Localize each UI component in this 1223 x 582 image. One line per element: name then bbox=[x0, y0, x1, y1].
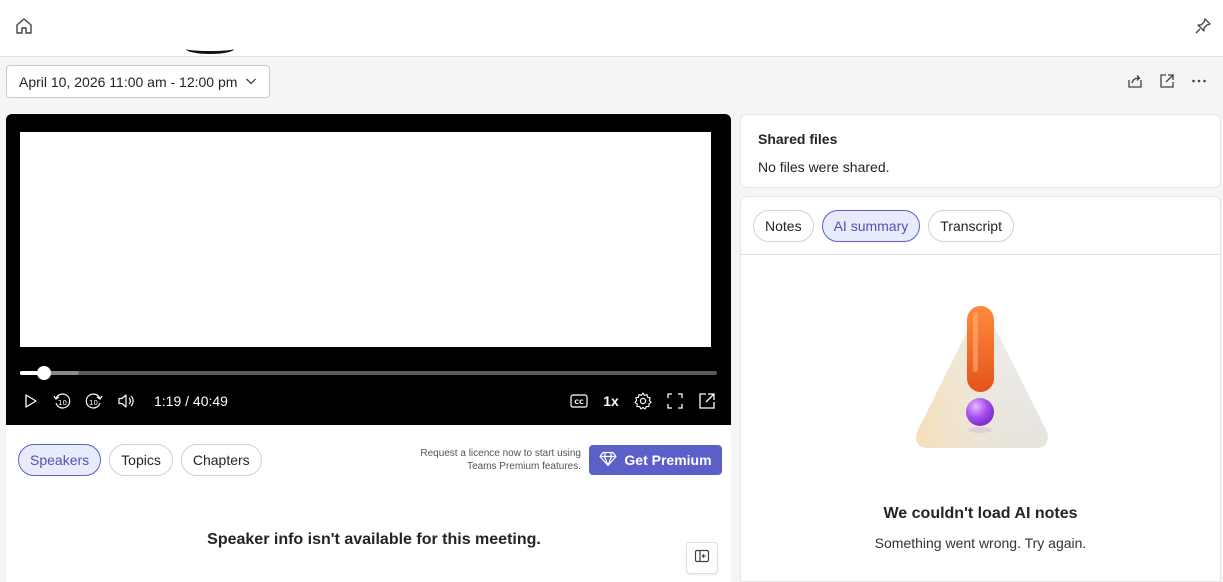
collapse-panel-button[interactable] bbox=[686, 542, 718, 574]
shared-files-title: Shared files bbox=[758, 131, 838, 147]
tab-chapters[interactable]: Chapters bbox=[180, 444, 262, 476]
more-options-icon[interactable] bbox=[1189, 71, 1209, 91]
tab-transcript[interactable]: Transcript bbox=[928, 210, 1014, 242]
insight-tabs: Speakers Topics Chapters bbox=[18, 444, 262, 476]
home-icon[interactable] bbox=[14, 16, 34, 36]
open-in-new-window-icon[interactable] bbox=[1157, 71, 1177, 91]
tab-notes[interactable]: Notes bbox=[753, 210, 814, 242]
chevron-down-icon bbox=[245, 74, 257, 90]
premium-note: Request a licence now to start using Tea… bbox=[396, 447, 581, 473]
video-player: 10 10 1:19 / 40:49 CC 1x bbox=[6, 114, 731, 425]
date-bar: April 10, 2026 11:00 am - 12:00 pm bbox=[0, 57, 1223, 107]
meeting-date-label: April 10, 2026 11:00 am - 12:00 pm bbox=[19, 73, 238, 90]
play-icon[interactable] bbox=[20, 391, 40, 411]
notes-tabs: Notes AI summary Transcript bbox=[753, 210, 1014, 242]
captions-icon[interactable]: CC bbox=[569, 391, 589, 411]
warning-illustration bbox=[911, 302, 1053, 454]
avatar-fragment bbox=[186, 44, 234, 54]
volume-icon[interactable] bbox=[116, 391, 136, 411]
tab-speakers[interactable]: Speakers bbox=[18, 444, 102, 476]
tab-ai-summary[interactable]: AI summary bbox=[821, 210, 921, 242]
shared-files-card: Shared files No files were shared. bbox=[740, 114, 1221, 188]
ai-error-title: We couldn't load AI notes bbox=[883, 505, 1078, 522]
playback-time: 1:19 / 40:49 bbox=[154, 393, 228, 409]
share-icon[interactable] bbox=[1125, 71, 1145, 91]
tabs-divider bbox=[741, 254, 1220, 255]
svg-text:CC: CC bbox=[574, 398, 584, 406]
premium-note-line-1: Request a licence now to start using bbox=[420, 448, 581, 459]
settings-gear-icon[interactable] bbox=[633, 391, 653, 411]
player-controls: 10 10 1:19 / 40:49 CC 1x bbox=[20, 389, 717, 413]
playback-speed-button[interactable]: 1x bbox=[601, 393, 621, 409]
forward-10-icon[interactable]: 10 bbox=[84, 391, 104, 411]
diamond-icon bbox=[599, 451, 618, 470]
pop-out-icon[interactable] bbox=[697, 391, 717, 411]
svg-text:10: 10 bbox=[89, 399, 98, 407]
rewind-10-icon[interactable]: 10 bbox=[52, 391, 72, 411]
fullscreen-icon[interactable] bbox=[665, 391, 685, 411]
tab-topics[interactable]: Topics bbox=[109, 444, 173, 476]
ai-error-message: Something went wrong. Try again. bbox=[874, 535, 1087, 551]
svg-text:10: 10 bbox=[58, 399, 67, 407]
recording-panel: 10 10 1:19 / 40:49 CC 1x Speakers Topics… bbox=[6, 114, 731, 582]
seek-bar[interactable] bbox=[20, 366, 717, 380]
premium-note-line-2: Teams Premium features. bbox=[467, 461, 581, 472]
shared-files-message: No files were shared. bbox=[758, 159, 890, 175]
seek-handle[interactable] bbox=[36, 366, 51, 380]
panel-collapse-icon bbox=[694, 548, 710, 569]
pin-icon[interactable] bbox=[1193, 16, 1213, 36]
notes-panel: Notes AI summary Transcript We couldn't … bbox=[740, 196, 1221, 582]
meeting-date-dropdown[interactable]: April 10, 2026 11:00 am - 12:00 pm bbox=[6, 65, 270, 98]
speaker-info-message: Speaker info isn't available for this me… bbox=[207, 531, 541, 548]
get-premium-label: Get Premium bbox=[624, 452, 712, 468]
top-bar bbox=[0, 0, 1223, 57]
get-premium-button[interactable]: Get Premium bbox=[589, 445, 722, 475]
video-frame[interactable] bbox=[20, 132, 711, 347]
